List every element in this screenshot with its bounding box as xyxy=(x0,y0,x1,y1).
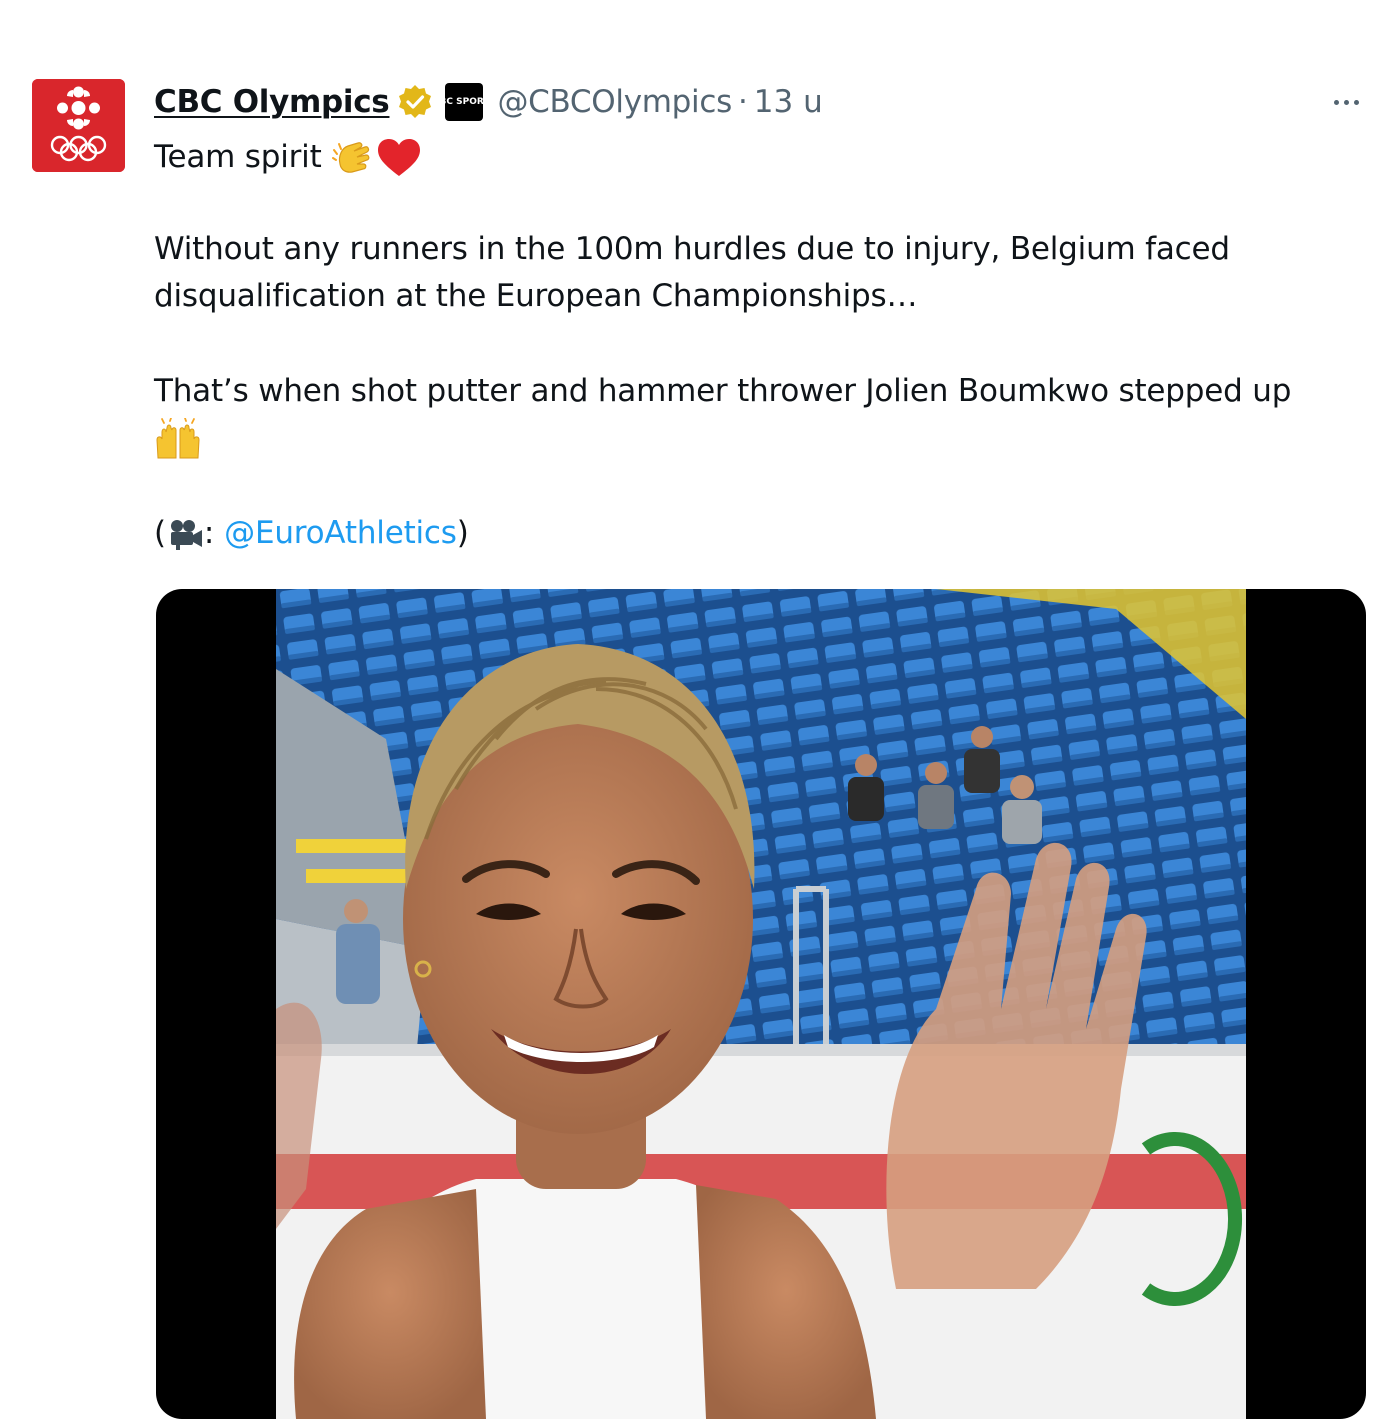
cbc-sports-affiliate-badge-icon[interactable]: CBC SPORTS xyxy=(433,83,496,121)
raising-hands-emoji-icon xyxy=(156,417,200,458)
credit-colon: : xyxy=(203,515,215,551)
tweet-text-team-spirit: Team spirit xyxy=(154,139,322,175)
tweet-text-paragraph-2: Without any runners in the 100m hurdles … xyxy=(154,231,1230,314)
credit-close-paren: ) xyxy=(456,515,469,551)
more-options-button[interactable] xyxy=(1326,90,1366,114)
tweet-text-paragraph-3: That’s when shot putter and hammer throw… xyxy=(154,368,1384,462)
euroathletics-mention-link[interactable]: @EuroAthletics xyxy=(224,510,457,557)
video-thumbnail xyxy=(276,589,1246,1419)
cbc-olympic-rings-logo-icon xyxy=(32,79,125,172)
movie-camera-emoji-icon xyxy=(170,519,202,550)
more-dot-icon xyxy=(1343,99,1349,105)
affiliate-badge-text: CBC SPORTS xyxy=(432,96,497,107)
header-separator: · xyxy=(737,84,748,120)
tweet-text-stepped-up: That’s when shot putter and hammer throw… xyxy=(154,373,1292,409)
gold-verified-badge-icon[interactable] xyxy=(397,84,433,120)
tweet-text-line1: Team spirit xyxy=(154,134,422,181)
tweet-header: CBC Olympics CBC SPORTS @CBCOlympics · 1… xyxy=(154,80,823,124)
author-handle[interactable]: @CBCOlympics xyxy=(497,84,732,120)
red-heart-emoji-icon xyxy=(377,138,420,176)
credit-open-paren: ( xyxy=(154,515,166,551)
tweet-timestamp[interactable]: 13 u xyxy=(754,84,823,120)
video-frame-image xyxy=(276,589,1246,1419)
author-avatar[interactable] xyxy=(32,79,125,172)
more-dot-icon xyxy=(1353,99,1359,105)
author-display-name[interactable]: CBC Olympics xyxy=(154,84,390,120)
clapping-hands-emoji-icon xyxy=(331,141,369,173)
tweet-video[interactable] xyxy=(156,589,1366,1419)
more-dot-icon xyxy=(1333,99,1339,105)
tweet-credit: ( : @EuroAthletics ) xyxy=(154,510,469,557)
tweet: CBC Olympics CBC SPORTS @CBCOlympics · 1… xyxy=(0,0,1400,1419)
